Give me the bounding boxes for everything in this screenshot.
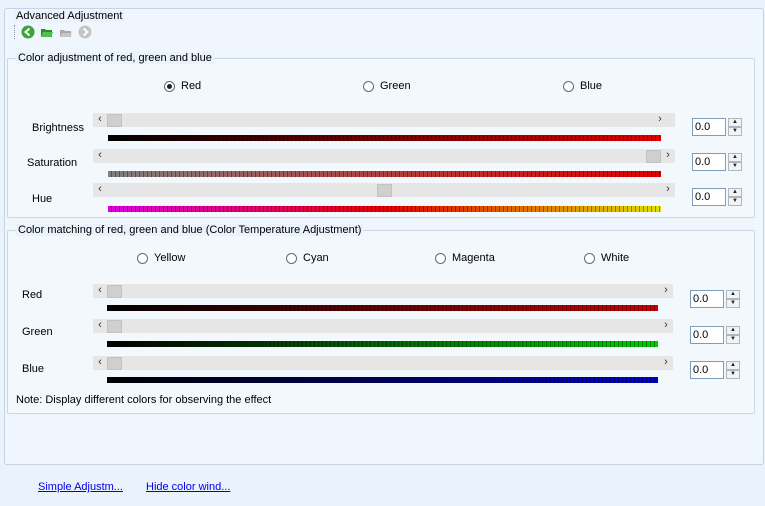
temp-green-up-button[interactable]: ▲ [726, 326, 740, 335]
simple-adjustment-link[interactable]: Simple Adjustm... [38, 481, 123, 493]
temp-blue-right-arrow[interactable]: › [661, 356, 671, 370]
temp-green-down-button[interactable]: ▼ [726, 335, 740, 344]
brightness-down-button[interactable]: ▼ [728, 127, 742, 136]
radio-cyan[interactable]: Cyan [286, 252, 329, 264]
brightness-up-button[interactable]: ▲ [728, 118, 742, 127]
hue-color-bar [108, 206, 661, 212]
brightness-right-arrow[interactable]: › [655, 113, 665, 127]
radio-blue[interactable]: Blue [563, 80, 602, 92]
brightness-spinner[interactable]: 0.0 ▲ ▼ [692, 118, 742, 136]
hue-right-arrow[interactable]: › [663, 183, 673, 197]
radio-green-circle[interactable] [363, 80, 374, 92]
radio-yellow-label: Yellow [154, 252, 186, 264]
temp-red-label: Red [22, 289, 43, 301]
radio-red-circle[interactable] [164, 80, 175, 92]
save-icon[interactable] [59, 25, 73, 39]
toolbar-grip [14, 25, 17, 39]
radio-green-label: Green [380, 80, 411, 92]
brightness-slider-thumb[interactable] [107, 114, 122, 127]
back-icon[interactable] [21, 25, 35, 39]
temp-section-title: Color matching of red, green and blue (C… [16, 224, 364, 236]
temp-green-left-arrow[interactable]: ‹ [95, 319, 105, 333]
saturation-spinner[interactable]: 0.0 ▲ ▼ [692, 153, 742, 171]
radio-blue-label: Blue [580, 80, 603, 92]
radio-white-circle[interactable] [584, 252, 595, 264]
reset-icon[interactable] [78, 25, 92, 39]
saturation-down-button[interactable]: ▼ [728, 162, 742, 171]
temp-blue-spinner[interactable]: 0.0 ▲ ▼ [690, 361, 740, 379]
temp-red-slider[interactable]: ‹ › [93, 284, 673, 298]
open-folder-icon[interactable] [40, 25, 54, 39]
temp-green-label: Green [22, 326, 53, 338]
note-text: Note: Display different colors for obser… [16, 394, 272, 406]
radio-yellow-circle[interactable] [137, 252, 148, 264]
temp-blue-value[interactable]: 0.0 [690, 361, 724, 379]
brightness-slider[interactable]: ‹ › [93, 113, 675, 127]
radio-yellow[interactable]: Yellow [137, 252, 185, 264]
radio-red[interactable]: Red [164, 80, 201, 92]
hide-color-window-link[interactable]: Hide color wind... [146, 481, 230, 493]
temp-green-slider-thumb[interactable] [107, 320, 122, 333]
saturation-slider-thumb[interactable] [646, 150, 661, 163]
hue-spinner[interactable]: 0.0 ▲ ▼ [692, 188, 742, 206]
toolbar [14, 24, 97, 40]
brightness-left-arrow[interactable]: ‹ [95, 113, 105, 127]
temp-blue-up-button[interactable]: ▲ [726, 361, 740, 370]
temp-red-down-button[interactable]: ▼ [726, 299, 740, 308]
radio-green[interactable]: Green [363, 80, 411, 92]
radio-white[interactable]: White [584, 252, 629, 264]
brightness-color-bar [108, 135, 661, 141]
temp-green-value[interactable]: 0.0 [690, 326, 724, 344]
radio-magenta-circle[interactable] [435, 252, 446, 264]
radio-cyan-label: Cyan [303, 252, 329, 264]
hue-up-button[interactable]: ▲ [728, 188, 742, 197]
saturation-value[interactable]: 0.0 [692, 153, 726, 171]
hue-label: Hue [32, 193, 53, 205]
saturation-color-bar [108, 171, 661, 177]
saturation-label: Saturation [27, 157, 78, 169]
radio-cyan-circle[interactable] [286, 252, 297, 264]
hue-slider[interactable]: ‹ › [93, 183, 675, 197]
brightness-label: Brightness [32, 122, 84, 134]
saturation-slider[interactable]: ‹ › [93, 149, 675, 163]
temp-green-slider[interactable]: ‹ › [93, 319, 673, 333]
temp-green-right-arrow[interactable]: › [661, 319, 671, 333]
hue-value[interactable]: 0.0 [692, 188, 726, 206]
hue-down-button[interactable]: ▼ [728, 197, 742, 206]
temp-blue-slider-thumb[interactable] [107, 357, 122, 370]
temp-blue-label: Blue [22, 363, 45, 375]
hue-left-arrow[interactable]: ‹ [95, 183, 105, 197]
temp-red-left-arrow[interactable]: ‹ [95, 284, 105, 298]
temp-red-value[interactable]: 0.0 [690, 290, 724, 308]
temp-blue-slider[interactable]: ‹ › [93, 356, 673, 370]
panel-title: Advanced Adjustment [14, 10, 125, 22]
temp-green-color-bar [107, 341, 658, 347]
hue-slider-thumb[interactable] [376, 184, 392, 197]
radio-magenta-label: Magenta [452, 252, 495, 264]
temp-red-spinner[interactable]: 0.0 ▲ ▼ [690, 290, 740, 308]
temp-red-up-button[interactable]: ▲ [726, 290, 740, 299]
radio-blue-circle[interactable] [563, 80, 574, 92]
radio-magenta[interactable]: Magenta [435, 252, 495, 264]
rgb-section-title: Color adjustment of red, green and blue [16, 52, 214, 64]
temp-red-right-arrow[interactable]: › [661, 284, 671, 298]
temp-green-spinner[interactable]: 0.0 ▲ ▼ [690, 326, 740, 344]
temp-red-slider-thumb[interactable] [107, 285, 122, 298]
saturation-left-arrow[interactable]: ‹ [95, 149, 105, 163]
temp-blue-color-bar [107, 377, 658, 383]
radio-red-label: Red [181, 80, 202, 92]
temp-blue-down-button[interactable]: ▼ [726, 370, 740, 379]
temp-red-color-bar [107, 305, 658, 311]
saturation-right-arrow[interactable]: › [663, 149, 673, 163]
saturation-up-button[interactable]: ▲ [728, 153, 742, 162]
brightness-value[interactable]: 0.0 [692, 118, 726, 136]
radio-white-label: White [601, 252, 630, 264]
temp-blue-left-arrow[interactable]: ‹ [95, 356, 105, 370]
